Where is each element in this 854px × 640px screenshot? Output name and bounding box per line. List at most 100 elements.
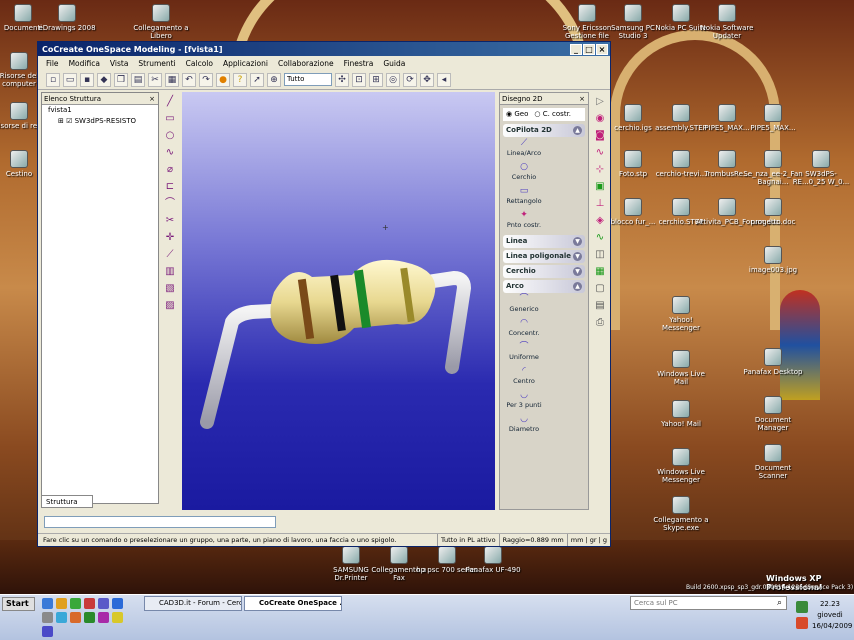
tool-extrude-icon[interactable]: ▥: [163, 265, 177, 279]
tool-diag-icon[interactable]: ⟋: [163, 248, 177, 262]
clock[interactable]: 22.23 giovedì 16/04/2009: [812, 599, 852, 632]
tool-offset-icon[interactable]: ⊏: [163, 180, 177, 194]
tool-circle-icon[interactable]: ○: [163, 129, 177, 143]
paste-icon[interactable]: ▦: [165, 72, 179, 87]
tool-print-icon[interactable]: ⎙: [593, 316, 607, 330]
view-icon[interactable]: ◎: [386, 72, 400, 87]
minimize-button[interactable]: _: [570, 43, 582, 55]
filter-select[interactable]: Tutto: [284, 73, 332, 86]
quicklaunch-icon[interactable]: [70, 612, 81, 623]
tool-rect-icon[interactable]: ▭: [163, 112, 177, 126]
quicklaunch-icon[interactable]: [70, 598, 81, 609]
zoom-window-icon[interactable]: ⊞: [369, 72, 383, 87]
tool-eye-icon[interactable]: ◉: [593, 112, 607, 126]
desktop-icon[interactable]: Collegamento a Skype.exe: [650, 496, 712, 532]
menu-finestra[interactable]: Finestra: [344, 59, 374, 68]
tool-axis-icon[interactable]: ⊹: [593, 163, 607, 177]
maximize-button[interactable]: □: [583, 43, 595, 55]
section-linea[interactable]: Linea ▼: [503, 235, 585, 248]
tool-camera-icon[interactable]: ◙: [593, 129, 607, 143]
desktop-icon[interactable]: eDrawings 2008: [36, 4, 98, 32]
tray-icon[interactable]: [796, 601, 808, 613]
save-icon[interactable]: ▪: [80, 72, 94, 87]
tray-icon[interactable]: [796, 617, 808, 629]
menu-applicazioni[interactable]: Applicazioni: [223, 59, 268, 68]
select-icon[interactable]: ⊕: [267, 72, 281, 87]
print-icon[interactable]: ▤: [131, 72, 145, 87]
desktop-icon[interactable]: Document Manager: [742, 396, 804, 432]
info-icon[interactable]: ●: [216, 72, 230, 87]
desktop-icon[interactable]: Nokia Software Updater: [696, 4, 758, 40]
redo-icon[interactable]: ↷: [199, 72, 213, 87]
quicklaunch-icon[interactable]: [84, 598, 95, 609]
prev-view-icon[interactable]: ◂: [437, 72, 451, 87]
quicklaunch-icon[interactable]: [42, 598, 53, 609]
btn-arco-uniforme[interactable]: ⌒ Uniforme: [503, 341, 545, 365]
tool-line-icon[interactable]: ╱: [163, 95, 177, 109]
3d-viewport[interactable]: +: [182, 92, 495, 510]
bucket-icon[interactable]: ◆: [97, 72, 111, 87]
quicklaunch-icon[interactable]: [56, 598, 67, 609]
menu-strumenti[interactable]: Strumenti: [138, 59, 175, 68]
help-icon[interactable]: ?: [233, 72, 247, 87]
desktop-icon[interactable]: Collegamento a Libero: [130, 4, 192, 40]
start-button[interactable]: Start: [2, 597, 35, 611]
pointer-icon[interactable]: ➚: [250, 72, 264, 87]
btn-arco-generico[interactable]: ⌒ Generico: [503, 293, 545, 317]
desktop-icon[interactable]: Yahoo! Mail: [650, 400, 712, 428]
rotate-icon[interactable]: ⟳: [403, 72, 417, 87]
menu-guida[interactable]: Guida: [383, 59, 405, 68]
zoom-fit-icon[interactable]: ⊡: [352, 72, 366, 87]
btn-pnto-costr[interactable]: ✦ Pnto costr.: [503, 209, 545, 233]
menu-collaborazione[interactable]: Collaborazione: [278, 59, 334, 68]
desktop-icon[interactable]: Yahoo! Messenger: [650, 296, 712, 332]
tool-wave-icon[interactable]: ∿: [593, 231, 607, 245]
tool-solid-icon[interactable]: ▧: [163, 282, 177, 296]
copy-icon[interactable]: ❐: [114, 72, 128, 87]
section-arco[interactable]: Arco ▲: [503, 280, 585, 293]
quicklaunch-icon[interactable]: [98, 612, 109, 623]
tool-spline-icon[interactable]: ∿: [163, 146, 177, 160]
desktop-icon[interactable]: progetto.doc: [742, 198, 804, 226]
quicklaunch-icon[interactable]: [112, 598, 123, 609]
menu-vista[interactable]: Vista: [110, 59, 129, 68]
task-cocreate[interactable]: CoCreate OneSpace ...: [244, 596, 342, 611]
tool-box-icon[interactable]: ▣: [593, 180, 607, 194]
open-folder-icon[interactable]: ▭: [63, 72, 77, 87]
desktop-icon[interactable]: Document Scanner: [742, 444, 804, 480]
section-cerchio[interactable]: Cerchio ▼: [503, 265, 585, 278]
desktop-icon[interactable]: image003.jpg: [742, 246, 804, 274]
tab-struttura[interactable]: Struttura: [41, 495, 93, 508]
section-copilota[interactable]: CoPilota 2D ▲: [503, 124, 585, 137]
new-file-icon[interactable]: ▫: [46, 72, 60, 87]
command-input[interactable]: [44, 516, 276, 528]
quicklaunch-icon[interactable]: [56, 612, 67, 623]
tool-trim-icon[interactable]: ✂: [163, 214, 177, 228]
tool-pin-icon[interactable]: ⌀: [163, 163, 177, 177]
btn-arco-3punti[interactable]: ◡ Per 3 punti: [503, 389, 545, 413]
measure-icon[interactable]: ✣: [335, 72, 349, 87]
tool-frame-icon[interactable]: ▢: [593, 282, 607, 296]
tool-cube-icon[interactable]: ◫: [593, 248, 607, 262]
task-cad3d[interactable]: CAD3D.it - Forum - Cerc...: [144, 596, 242, 611]
desktop-icon[interactable]: Windows Live Messenger: [650, 448, 712, 484]
tool-hatch-icon[interactable]: ▨: [163, 299, 177, 313]
desktop-icon[interactable]: SW3dPS-RE...0_25 W_0...: [790, 150, 852, 186]
quicklaunch-icon[interactable]: [112, 612, 123, 623]
quicklaunch-icon[interactable]: [42, 626, 53, 637]
desktop-icon[interactable]: PIPE5_MAX...: [742, 104, 804, 132]
close-icon[interactable]: ×: [579, 93, 588, 104]
desktop-icon[interactable]: Panafax Desktop: [742, 348, 804, 376]
quicklaunch-icon[interactable]: [84, 612, 95, 623]
menu-file[interactable]: File: [46, 59, 59, 68]
tree-root[interactable]: fvista1: [42, 105, 158, 116]
title-bar[interactable]: CoCreate OneSpace Modeling - [fvista1] _…: [38, 42, 610, 56]
close-icon[interactable]: ×: [149, 93, 158, 104]
tree-item[interactable]: ⊞ ☑ SW3dPS-RESISTO: [42, 116, 158, 127]
menu-calcolo[interactable]: Calcolo: [186, 59, 213, 68]
quicklaunch-icon[interactable]: [98, 598, 109, 609]
section-linea-poligonale[interactable]: Linea poligonale ▼: [503, 250, 585, 263]
btn-linea-arco[interactable]: ⟋ Linea/Arco: [503, 137, 545, 161]
undo-icon[interactable]: ↶: [182, 72, 196, 87]
tool-ruler-icon[interactable]: ⊥: [593, 197, 607, 211]
